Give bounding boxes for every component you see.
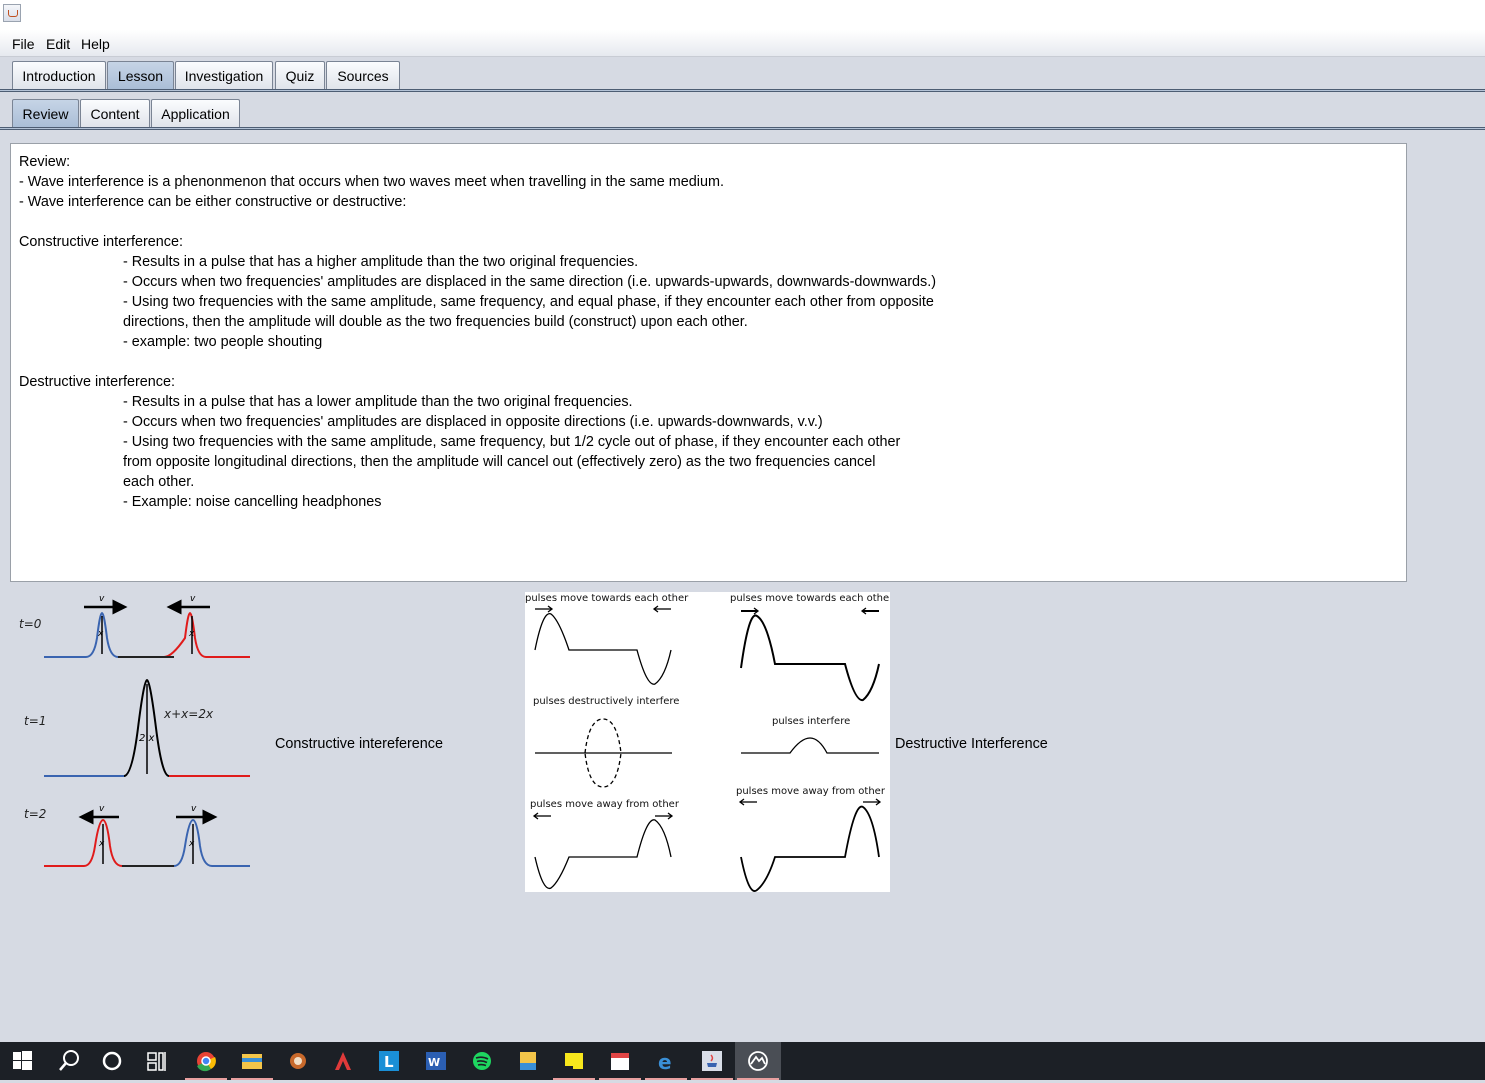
tab-sources[interactable]: Sources: [326, 61, 400, 90]
destructive-point-1: - Results in a pulse that has a lower am…: [123, 394, 633, 410]
constructive-heading: Constructive interference:: [19, 234, 183, 250]
file-explorer-icon[interactable]: [229, 1042, 275, 1080]
x-label-2b: x: [188, 839, 195, 849]
chrome-icon[interactable]: [183, 1042, 229, 1080]
photos-icon[interactable]: [505, 1042, 551, 1080]
destructive-point-3-cont: from opposite longitudinal directions, t…: [123, 454, 876, 470]
review-intro-1: - Wave interference is a phenonmenon tha…: [19, 174, 724, 190]
menu-bar: File Edit Help: [0, 30, 1485, 57]
constructive-point-1: - Results in a pulse that has a higher a…: [123, 254, 639, 270]
v-label-2a: v: [99, 804, 105, 814]
menu-file[interactable]: File: [12, 36, 35, 52]
destructive-caption: Destructive Interference: [895, 736, 1048, 752]
towards-label-right: pulses move towards each other: [730, 593, 890, 604]
calendar-icon[interactable]: [597, 1042, 643, 1080]
java-app-icon: [3, 4, 21, 22]
review-heading: Review:: [19, 154, 71, 170]
svg-text:W: W: [428, 1056, 440, 1069]
sub-tabs: Review Content Application: [0, 99, 1485, 129]
constructive-point-3: - Using two frequencies with the same am…: [123, 294, 934, 310]
menu-help[interactable]: Help: [81, 36, 110, 52]
edge-icon[interactable]: e: [643, 1042, 689, 1080]
away-label-left: pulses move away from other: [530, 799, 680, 810]
destructive-point-3-end: each other.: [123, 474, 195, 490]
x-label-0b: x: [188, 629, 195, 639]
svg-text:L: L: [384, 1053, 394, 1071]
destructive-example: - Example: noise cancelling headphones: [123, 494, 382, 510]
destructive-interference-diagram: pulses move towards each other pulses mo…: [525, 592, 890, 892]
menu-edit[interactable]: Edit: [46, 36, 70, 52]
constructive-point-3-cont: directions, then the amplitude will doub…: [123, 314, 748, 330]
windows-start-icon[interactable]: [0, 1042, 46, 1080]
label-t1: t=1: [24, 714, 46, 728]
tab-content[interactable]: Content: [80, 99, 150, 128]
tab-review[interactable]: Review: [12, 99, 79, 128]
destructive-point-3: - Using two frequencies with the same am…: [123, 434, 901, 450]
interfere-label: pulses interfere: [772, 716, 850, 727]
task-view-icon[interactable]: [134, 1042, 180, 1080]
tab-lesson[interactable]: Lesson: [107, 61, 174, 90]
sticky-notes-icon[interactable]: [551, 1042, 597, 1080]
sum-label: x+x=2x: [163, 707, 214, 721]
tab-investigation[interactable]: Investigation: [175, 61, 273, 90]
java-icon[interactable]: [689, 1042, 735, 1080]
spotify-icon[interactable]: [459, 1042, 505, 1080]
constructive-point-2: - Occurs when two frequencies' amplitude…: [123, 274, 936, 290]
destructive-heading: Destructive interference:: [19, 374, 175, 390]
review-text-area[interactable]: Review: - Wave interference is a phenonm…: [10, 143, 1407, 582]
v-label-2b: v: [191, 804, 197, 814]
brave-icon[interactable]: [275, 1042, 321, 1080]
sub-tabs-divider: [0, 127, 1485, 130]
towards-label-left: pulses move towards each other: [525, 593, 689, 604]
label-t2: t=2: [24, 807, 46, 821]
v-label-0a: v: [99, 594, 105, 604]
tab-application[interactable]: Application: [151, 99, 240, 128]
away-label-right: pulses move away from other: [736, 786, 886, 797]
constructive-example: - example: two people shouting: [123, 334, 323, 350]
cortana-icon[interactable]: [89, 1042, 135, 1080]
window-title-bar: [0, 0, 1485, 30]
app-icon[interactable]: [320, 1042, 366, 1080]
search-icon[interactable]: [46, 1042, 92, 1080]
constructive-interference-diagram: t=0 t=1 t=2 v v x x x+x=2x 2 x v v x x: [19, 594, 250, 867]
x-label-0a: x: [97, 629, 104, 639]
two-x-label: 2 x: [139, 733, 155, 744]
v-label-0b: v: [190, 594, 196, 604]
main-tabs-divider: [0, 89, 1485, 92]
word-icon[interactable]: W: [413, 1042, 459, 1080]
destructively-label: pulses destructively interfere: [533, 696, 679, 707]
x-label-2a: x: [98, 839, 105, 849]
label-t0: t=0: [19, 617, 42, 631]
l-app-icon[interactable]: L: [366, 1042, 412, 1080]
constructive-caption: Constructive intereference: [275, 736, 443, 752]
tab-introduction[interactable]: Introduction: [12, 61, 106, 90]
tab-quiz[interactable]: Quiz: [275, 61, 325, 90]
taskbar: L W e: [0, 1042, 1485, 1080]
destructive-point-2: - Occurs when two frequencies' amplitude…: [123, 414, 823, 430]
svg-text:e: e: [658, 1050, 672, 1074]
app-active-icon[interactable]: [735, 1042, 781, 1080]
main-tabs: Introduction Lesson Investigation Quiz S…: [0, 61, 1485, 91]
review-intro-2: - Wave interference can be either constr…: [19, 194, 407, 210]
